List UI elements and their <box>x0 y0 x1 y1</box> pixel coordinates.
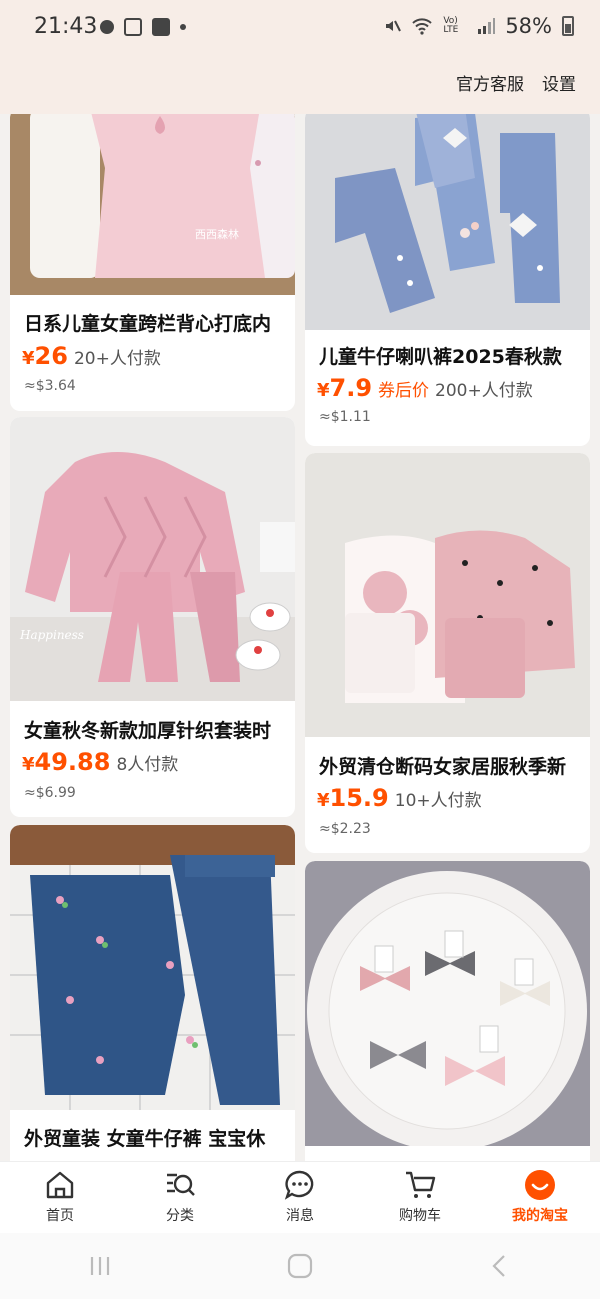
price-line: ¥7.9 券后价 200+人付款 <box>317 374 533 402</box>
product-title[interactable]: 儿童牛仔喇叭裤2025春秋款 <box>319 342 580 369</box>
my-taobao-icon <box>525 1170 555 1200</box>
wifi-icon <box>412 18 433 35</box>
price-line: ¥15.9 10+人付款 <box>317 784 482 812</box>
message-icon <box>284 1170 314 1200</box>
product-price: ¥7.9 <box>317 374 373 402</box>
status-bar: 21:43 Vo) LTE 58% <box>0 0 600 58</box>
product-title[interactable]: 外贸清仓断码女家居服秋季新 <box>319 752 580 779</box>
settings-link[interactable]: 设置 <box>542 70 576 95</box>
back-icon[interactable] <box>487 1253 513 1279</box>
tab-label: 分类 <box>166 1208 194 1224</box>
product-card[interactable]: 外贸童装 女童牛仔裤 宝宝休 <box>10 825 295 1161</box>
bottom-tab-bar: 首页 分类 消息 购物车 我的淘宝 <box>0 1161 600 1233</box>
bubble-icon <box>100 20 114 34</box>
battery-icon <box>562 16 574 36</box>
product-image <box>305 453 590 737</box>
product-card[interactable]: 西西森林 日系儿童女童跨栏背心打底内 ¥26 20+人付款 ≈$3.64 <box>10 114 295 411</box>
page-header: 官方客服 设置 <box>0 58 600 114</box>
product-image <box>305 114 590 330</box>
tab-cart[interactable]: 购物车 <box>360 1162 480 1233</box>
tab-messages[interactable]: 消息 <box>240 1162 360 1233</box>
cart-icon <box>406 1171 436 1198</box>
product-price: ¥26 <box>22 342 68 370</box>
customer-service-link[interactable]: 官方客服 <box>456 70 524 95</box>
product-image: Happiness <box>10 417 295 701</box>
price-line: ¥49.88 8人付款 <box>22 748 178 776</box>
product-card[interactable]: Happiness 女童秋冬新款加厚针织套装时 ¥49.88 8人付款 ≈$6.… <box>10 417 295 817</box>
recent-apps-icon[interactable] <box>87 1253 113 1279</box>
image-watermark: Happiness <box>19 628 84 642</box>
tab-label: 购物车 <box>399 1208 441 1224</box>
status-time: 21:43 <box>34 14 98 39</box>
tab-category[interactable]: 分类 <box>120 1162 240 1233</box>
buyer-count: 200+人付款 <box>435 381 533 401</box>
notification-icons <box>100 18 186 36</box>
usd-price: ≈$6.99 <box>24 785 76 801</box>
product-card[interactable]: 外贸清仓断码女家居服秋季新 ¥15.9 10+人付款 ≈$2.23 <box>305 453 590 853</box>
battery-percent: 58% <box>505 14 552 38</box>
usd-price: ≈$2.23 <box>319 821 371 837</box>
tab-label: 我的淘宝 <box>512 1208 568 1224</box>
product-image <box>10 825 295 1110</box>
buyer-count: 8人付款 <box>116 755 179 775</box>
tab-label: 消息 <box>286 1208 314 1224</box>
coupon-label: 券后价 <box>378 381 430 401</box>
recommend-feed[interactable]: 西西森林 日系儿童女童跨栏背心打底内 ¥26 20+人付款 ≈$3.64 儿童牛… <box>0 114 600 1161</box>
mute-icon <box>386 20 402 32</box>
category-search-icon <box>167 1173 195 1196</box>
product-image <box>305 861 590 1146</box>
product-price: ¥15.9 <box>317 784 389 812</box>
tab-label: 首页 <box>46 1208 74 1224</box>
product-image: 西西森林 <box>10 114 295 295</box>
price-line: ¥26 20+人付款 <box>22 342 161 370</box>
signal-icon <box>478 18 496 34</box>
product-title[interactable]: 女童秋冬新款加厚针织套装时 <box>24 716 285 743</box>
system-nav-bar <box>0 1233 600 1299</box>
system-status: Vo) LTE 58% <box>383 14 574 38</box>
usd-price: ≈$1.11 <box>319 409 371 425</box>
tab-my-taobao[interactable]: 我的淘宝 <box>480 1162 600 1233</box>
product-card[interactable]: 儿童牛仔喇叭裤2025春秋款 ¥7.9 券后价 200+人付款 ≈$1.11 <box>305 114 590 446</box>
product-title[interactable]: 外贸童装 女童牛仔裤 宝宝休 <box>24 1124 285 1151</box>
home-button-icon[interactable] <box>286 1252 314 1280</box>
image-watermark: 西西森林 <box>195 227 239 241</box>
volte-label: Vo) LTE <box>443 16 459 35</box>
product-card[interactable] <box>305 861 590 1161</box>
buyer-count: 10+人付款 <box>394 791 482 811</box>
more-dot-icon <box>180 24 186 30</box>
tab-home[interactable]: 首页 <box>0 1162 120 1233</box>
home-icon <box>46 1171 74 1199</box>
product-title[interactable]: 日系儿童女童跨栏背心打底内 <box>24 309 285 336</box>
product-price: ¥49.88 <box>22 748 111 776</box>
buyer-count: 20+人付款 <box>73 349 161 369</box>
app-icon <box>152 18 170 36</box>
usd-price: ≈$3.64 <box>24 378 76 394</box>
image-icon <box>124 18 142 36</box>
